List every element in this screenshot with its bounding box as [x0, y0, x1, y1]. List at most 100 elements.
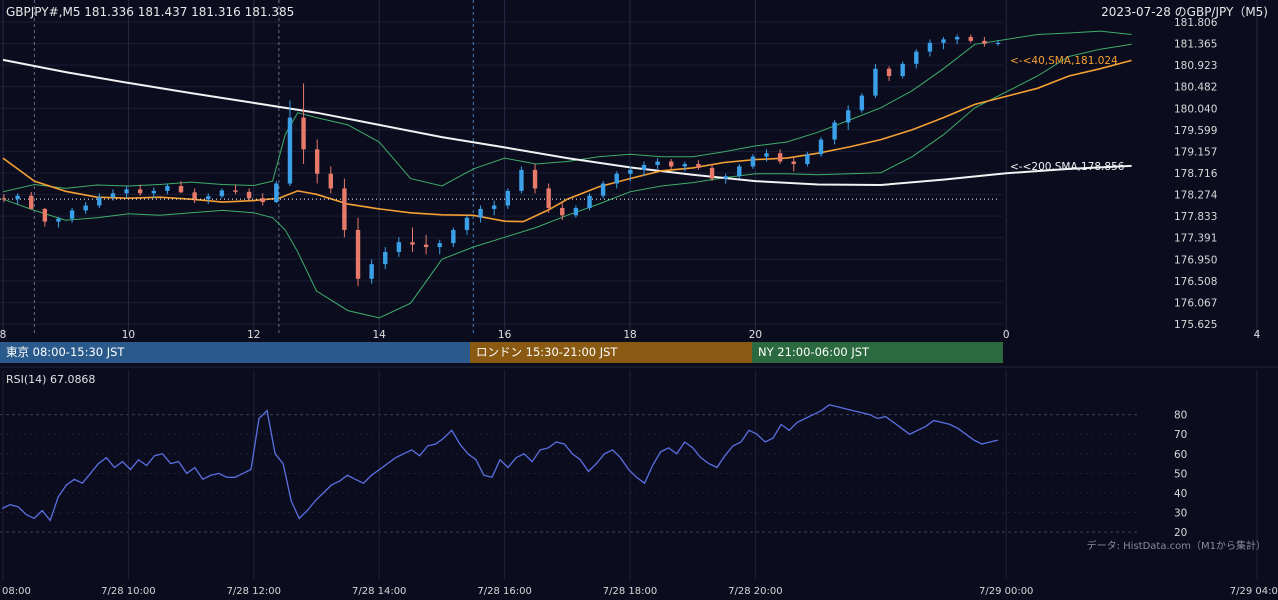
candle-body	[410, 242, 415, 245]
candle-body	[355, 229, 361, 279]
chart-title: 2023-07-28 のGBP/JPY（M5)	[1101, 5, 1268, 19]
bottom-time-label: 7/29 04:00	[1230, 586, 1278, 597]
bottom-time-labels: 08:00 7/28 10:00 7/28 12:00 7/28 14:00 7/28 …	[2, 586, 1278, 597]
candle-body	[137, 189, 143, 194]
candle-body	[383, 251, 388, 265]
sma40-label: <-<40,SMA,181.024	[1010, 55, 1118, 67]
rsi-tick-label: 80	[1174, 410, 1187, 422]
candle-body	[29, 195, 34, 209]
price-tick-label: 175.625	[1174, 319, 1217, 331]
candle-body	[696, 163, 701, 168]
session-london: ロンドン 15:30-21:00 JST	[470, 342, 752, 363]
price-tick-label: 178.274	[1174, 190, 1218, 202]
candle-body	[832, 122, 837, 140]
rsi-axis-labels: 80 70 60 50 40 30 20	[1174, 410, 1187, 540]
candle-body	[328, 173, 333, 189]
candle-body	[954, 36, 960, 40]
price-tick-label: 176.067	[1174, 297, 1217, 309]
bottom-time-label: 7/29 00:00	[979, 586, 1033, 597]
candle-body	[927, 42, 933, 52]
time-tick-label: 10	[122, 329, 135, 341]
price-tick-label: 180.040	[1174, 103, 1217, 115]
bottom-time-label: 7/28 12:00	[227, 586, 281, 597]
candle-body	[723, 176, 728, 179]
rsi-label: RSI(14) 67.0868	[6, 373, 95, 386]
price-tick-label: 180.482	[1174, 82, 1217, 94]
rsi-tick-label: 40	[1174, 488, 1187, 500]
candle-body	[464, 217, 470, 230]
candle-body	[587, 195, 592, 208]
bottom-time-label: 7/28 14:00	[352, 586, 406, 597]
candle-body	[97, 197, 102, 206]
time-tick-label: 12	[247, 329, 260, 341]
candle-body	[886, 68, 892, 77]
time-tick-label: 8	[0, 329, 6, 341]
time-tick-label: 16	[498, 329, 512, 341]
price-tick-label: 177.833	[1174, 211, 1217, 223]
candle-body	[655, 161, 660, 165]
candle-body	[764, 153, 769, 157]
candle-body	[532, 169, 538, 189]
session-newyork: NY 21:00-06:00 JST	[752, 342, 1003, 363]
candle-body	[246, 191, 252, 199]
bollinger-lower-line	[2, 43, 1132, 319]
time-tick-label: 4	[1254, 329, 1261, 341]
price-tick-label: 179.599	[1174, 125, 1217, 137]
candle-body	[192, 192, 197, 200]
candle-body	[737, 166, 742, 177]
price-tick-label: 180.923	[1174, 60, 1217, 72]
time-axis-labels: 8 10 12 14 16 18 20 0 4	[0, 329, 1261, 341]
bottom-time-label: 7/28 20:00	[728, 586, 782, 597]
rsi-tick-label: 60	[1174, 449, 1187, 461]
candle-body	[560, 207, 565, 216]
candle-body	[682, 163, 688, 167]
sma40-line	[2, 59, 1132, 223]
bottom-time-label: 7/28 18:00	[603, 586, 657, 597]
time-tick-label: 20	[749, 329, 762, 341]
candle-body	[914, 51, 919, 64]
candle-body	[669, 161, 674, 167]
candle-body	[478, 208, 483, 218]
candle-body	[42, 208, 48, 222]
candle-body	[219, 190, 225, 197]
candle-body	[206, 196, 211, 200]
bollinger-upper-line	[2, 30, 1132, 193]
candle-body	[110, 193, 116, 198]
candle-body	[423, 244, 429, 248]
candle-body	[982, 40, 987, 44]
price-tick-label: 176.950	[1174, 254, 1217, 266]
time-tick-label: 0	[1003, 329, 1010, 341]
candle-body	[437, 243, 442, 248]
candle-body	[846, 110, 851, 123]
candle-body	[519, 169, 524, 191]
candle-body	[491, 205, 497, 209]
time-tick-label: 18	[623, 329, 636, 341]
time-tick-label: 14	[373, 329, 387, 341]
sma200-line	[2, 58, 1132, 187]
candle-body	[451, 229, 456, 244]
candle-body	[15, 195, 20, 200]
candle-body	[369, 264, 374, 279]
candle-body	[69, 210, 75, 219]
price-tick-label: 181.365	[1174, 39, 1217, 51]
candle-body	[995, 42, 1001, 45]
candle-body	[777, 153, 783, 162]
candle-body	[342, 188, 347, 230]
candle-body	[818, 139, 824, 155]
candle-body	[968, 36, 973, 41]
rsi-line	[1, 404, 999, 522]
candle-body	[233, 190, 238, 192]
candle-body	[546, 188, 551, 208]
chart-canvas: 181.806181.365180.923180.482180.040179.5…	[0, 0, 1278, 597]
candle-body	[941, 39, 946, 43]
data-credit: データ: HistData.com（M1から集計）	[1087, 539, 1266, 552]
rsi-tick-label: 30	[1174, 508, 1187, 520]
candle-body	[396, 242, 402, 252]
bottom-time-label: 7/28 10:00	[101, 586, 155, 597]
rsi-grid	[0, 414, 1140, 533]
candle-body	[614, 173, 619, 184]
candle-body	[314, 149, 320, 174]
rsi-tick-label: 20	[1174, 527, 1187, 539]
candle-body	[873, 68, 878, 96]
candle-body	[805, 154, 810, 164]
